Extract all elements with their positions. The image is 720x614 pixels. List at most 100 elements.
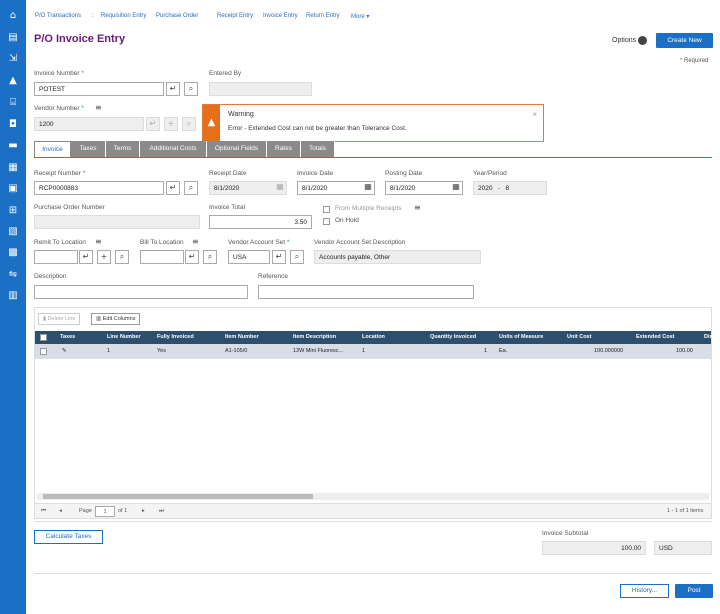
col-item-number[interactable]: Item Number	[225, 334, 259, 340]
chart-icon[interactable]: ▩	[5, 246, 21, 260]
tab-additional-costs[interactable]: Additional Costs	[140, 141, 207, 157]
enter-icon[interactable]: ↵	[146, 117, 160, 131]
col-item-description[interactable]: Item Description	[293, 334, 336, 340]
close-icon[interactable]: ×	[532, 110, 537, 119]
select-all-checkbox[interactable]	[40, 334, 47, 341]
calendar-icon[interactable]: ▦	[449, 181, 463, 195]
search-icon[interactable]: ⌕	[290, 250, 304, 264]
columns-icon: ▥	[96, 316, 102, 322]
edit-columns-button[interactable]: ▥ Edit Columns	[91, 313, 141, 325]
warning-icon: ▲	[203, 105, 220, 141]
search-icon[interactable]: ⌕	[203, 250, 217, 264]
tab-optional-fields[interactable]: Optional Fields	[207, 141, 267, 157]
analytics-icon[interactable]: ▥	[5, 289, 21, 303]
tab-totals[interactable]: Totals	[301, 141, 335, 157]
page-input[interactable]: 1	[95, 506, 115, 517]
items-count: 1 - 1 of 1 items	[667, 508, 704, 514]
last-page-icon[interactable]: ⏭	[159, 508, 164, 515]
grid-pager: ⏮ ◂ Page 1 of 1 ▸ ⏭ 1 - 1 of 1 items	[35, 503, 711, 518]
col-quantity-invoiced[interactable]: Quantity Invoiced	[430, 334, 476, 340]
plus-icon[interactable]: +	[97, 250, 111, 264]
row-checkbox[interactable]	[40, 348, 47, 355]
col-fully-invoiced[interactable]: Fully Invoiced	[157, 334, 194, 340]
plus-icon[interactable]: +	[164, 117, 178, 131]
options-menu[interactable]: Options	[612, 37, 636, 44]
enter-icon[interactable]: ↵	[166, 181, 180, 195]
menu-icon[interactable]: ≡	[192, 237, 199, 246]
menu-icon[interactable]: ≡	[95, 103, 102, 112]
calendar-icon[interactable]: ▣	[5, 182, 21, 196]
tab-divider	[34, 157, 712, 158]
enter-icon[interactable]: ↵	[272, 250, 286, 264]
create-new-button[interactable]: Create New	[656, 33, 713, 48]
scrollbar-thumb[interactable]	[43, 494, 313, 499]
delete-line-button[interactable]: ▮ Delete Line	[38, 313, 81, 325]
prev-page-icon[interactable]: ◂	[59, 508, 62, 514]
nav-return-entry[interactable]: Return Entry	[306, 13, 340, 19]
calendar-icon[interactable]: ▦	[361, 181, 375, 195]
transfer-icon[interactable]: ⇋	[5, 268, 21, 282]
lock-icon[interactable]: ▲	[5, 74, 21, 88]
remit-to-input[interactable]	[34, 250, 78, 264]
vendor-number-input[interactable]: 1200	[34, 117, 144, 131]
tab-terms[interactable]: Terms	[106, 141, 140, 157]
briefcase-icon[interactable]: ◘	[5, 118, 21, 132]
enter-icon[interactable]: ↵	[185, 250, 199, 264]
entered-by-input	[209, 82, 312, 96]
search-icon[interactable]: ⌕	[184, 181, 198, 195]
horizontal-scrollbar[interactable]	[37, 493, 709, 500]
next-page-icon[interactable]: ▸	[142, 508, 145, 514]
menu-icon[interactable]: ≡	[414, 203, 421, 212]
gear-icon[interactable]	[638, 36, 647, 45]
enter-icon[interactable]: ↵	[166, 82, 180, 96]
table-row[interactable]: ✎ 1 Yes A1-105/0 13W Mini Fluoresc... 1 …	[35, 344, 711, 359]
import-icon[interactable]: ⇲	[5, 52, 21, 66]
on-hold-checkbox[interactable]	[323, 218, 330, 225]
calendar-icon: ▦	[276, 182, 284, 191]
nav-invoice-entry[interactable]: Invoice Entry	[263, 13, 298, 19]
vendor-account-set-input[interactable]: USA	[228, 250, 270, 264]
nav-po-transactions[interactable]: P/O Transactions	[35, 13, 81, 19]
nav-receipt-entry[interactable]: Receipt Entry	[217, 13, 253, 19]
report-icon[interactable]: ▧	[5, 225, 21, 239]
from-multiple-checkbox[interactable]	[323, 206, 330, 213]
folder-icon[interactable]: ▬	[5, 139, 21, 153]
search-icon[interactable]: ⌕	[115, 250, 129, 264]
nav-separator: :	[92, 13, 94, 19]
tab-invoice[interactable]: Invoice	[34, 141, 71, 157]
col-extended-cost[interactable]: Extended Cost	[636, 334, 675, 340]
search-icon[interactable]: ⌕	[182, 117, 196, 131]
nav-requisition-entry[interactable]: Requisition Entry	[101, 13, 146, 19]
col-units-of-measure[interactable]: Units of Measure	[499, 334, 543, 340]
col-line-number[interactable]: Line Number	[107, 334, 141, 340]
first-page-icon[interactable]: ⏮	[41, 508, 46, 515]
page-of-label: of 1	[118, 508, 128, 514]
enter-icon[interactable]: ↵	[79, 250, 93, 264]
tab-rates[interactable]: Rates	[267, 141, 301, 157]
vendor-icon[interactable]: ▤	[5, 31, 21, 45]
grid-icon[interactable]: ⊞	[5, 204, 21, 218]
inventory-icon[interactable]: ▦	[5, 161, 21, 175]
search-icon[interactable]: ⌕	[184, 82, 198, 96]
post-button[interactable]: Post	[675, 584, 713, 598]
description-input[interactable]	[34, 285, 248, 299]
cell-unit-cost: 100.000000	[594, 348, 624, 354]
bill-to-input[interactable]	[140, 250, 184, 264]
col-location[interactable]: Location	[362, 334, 385, 340]
home-icon[interactable]: ⌂	[5, 9, 21, 23]
invoice-total-input[interactable]: 3.50	[209, 215, 312, 229]
reference-input[interactable]	[258, 285, 474, 299]
edit-tax-icon[interactable]: ✎	[62, 348, 67, 354]
tab-taxes[interactable]: Taxes	[71, 141, 106, 157]
col-unit-cost[interactable]: Unit Cost	[567, 334, 591, 340]
receipt-number-input[interactable]: RCP0000883	[34, 181, 164, 195]
menu-icon[interactable]: ≡	[95, 237, 102, 246]
history-button[interactable]: History...	[620, 584, 669, 598]
calculate-taxes-button[interactable]: Calculate Taxes	[34, 530, 103, 544]
col-discount[interactable]: Dis	[704, 334, 713, 340]
nav-purchase-order[interactable]: Purchase Order	[156, 13, 198, 19]
col-taxes[interactable]: Taxes	[60, 334, 75, 340]
nav-more[interactable]: More ▾	[351, 13, 369, 20]
bank-icon[interactable]: ⌸	[5, 96, 21, 110]
invoice-number-input[interactable]: POTEST	[34, 82, 164, 96]
